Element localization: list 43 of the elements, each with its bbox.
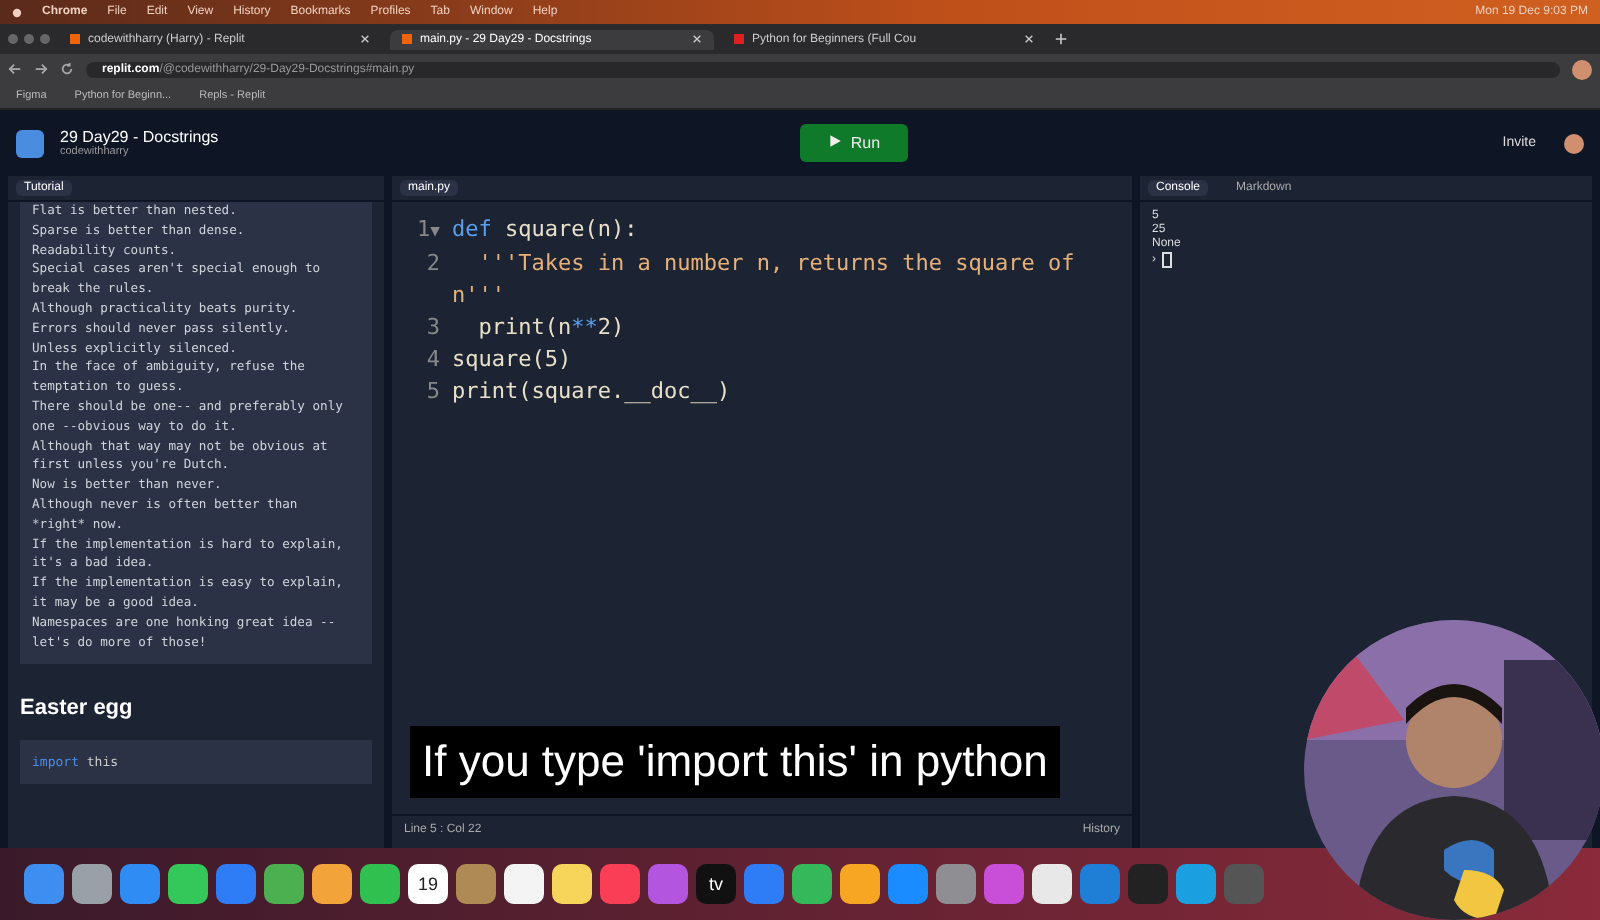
run-button[interactable]: Run: [800, 124, 909, 162]
avatar-icon[interactable]: [1572, 59, 1592, 79]
app-icon[interactable]: [1032, 864, 1072, 904]
new-tab-icon[interactable]: [1054, 32, 1068, 46]
app-icon[interactable]: [168, 864, 208, 904]
app-icon[interactable]: tv: [696, 864, 736, 904]
app-icon[interactable]: [840, 864, 880, 904]
section-heading: Easter egg: [20, 696, 135, 721]
text-cursor: [1162, 252, 1172, 268]
code-line: n''': [452, 280, 505, 312]
subtitle: If you type 'import this' in python: [410, 726, 1060, 798]
window-controls-icon[interactable]: [8, 34, 50, 44]
favicon-icon: [70, 34, 80, 44]
app-icon[interactable]: [360, 864, 400, 904]
line-number: 3: [426, 314, 440, 340]
favicon-icon: [402, 34, 412, 44]
code-line: def square(n):: [452, 214, 638, 246]
close-icon[interactable]: [1024, 34, 1034, 44]
code-line: square(5): [452, 344, 572, 376]
close-icon[interactable]: [360, 34, 370, 44]
app-icon[interactable]: 19: [408, 864, 448, 904]
avatar-icon[interactable]: [1564, 133, 1585, 153]
favicon-icon: [734, 34, 744, 44]
repl-title: 29 Day29 - Docstrings: [60, 128, 219, 146]
app-icon[interactable]: [552, 864, 592, 904]
app-icon[interactable]: [264, 864, 304, 904]
line-number: 4: [426, 346, 440, 372]
app-icon[interactable]: [72, 864, 112, 904]
back-icon[interactable]: [8, 62, 22, 76]
code-line: '''Takes in a number n, returns the square of: [476, 248, 1075, 280]
reload-icon[interactable]: [60, 62, 74, 76]
repl-logo-icon: [16, 129, 44, 157]
line-number: 1: [417, 216, 431, 242]
forward-icon[interactable]: [34, 62, 48, 76]
app-icon[interactable]: [312, 864, 352, 904]
line-number: 2: [426, 250, 440, 276]
code-line: print(square.__doc__): [452, 376, 731, 408]
play-icon: [828, 134, 843, 148]
app-icon[interactable]: [504, 864, 544, 904]
line-number: 5: [426, 378, 440, 404]
close-icon[interactable]: [692, 34, 702, 44]
code-line: print(n**2): [476, 312, 625, 344]
fold-toggle[interactable]: ▼: [430, 222, 440, 240]
